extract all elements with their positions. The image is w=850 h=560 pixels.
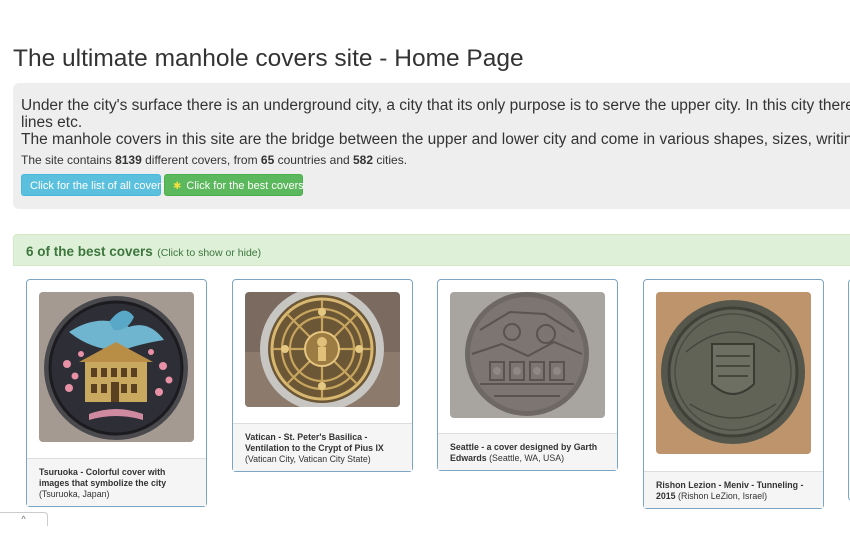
cover-caption: Tsuruoka - Colorful cover with images th… [27,458,206,506]
cover-location: (Vatican City, Vatican City State) [245,454,371,464]
cover-card-rishon-lezion[interactable]: Rishon Lezion - Meniv - Tunneling - 2015… [643,279,824,509]
panel-title: 6 of the best covers [26,244,153,259]
star-icon: ✱ [173,181,182,192]
cover-location: (Tsuruoka, Japan) [39,489,110,499]
best-covers-button[interactable]: ✱ Click for the best covers [164,174,304,196]
site-stats: The site contains 8139 different covers,… [21,153,850,167]
cover-location: (Seattle, WA, USA) [489,453,565,463]
cover-location: (Rishon LeZion, Israel) [678,491,768,501]
best-covers-panel-heading[interactable]: 6 of the best covers (Click to show or h… [13,234,850,266]
intro-text-line-2: The manhole covers in this site are the … [21,131,850,148]
cover-caption: Seattle - a cover designed by Garth Edwa… [438,433,617,470]
city-count: 582 [353,153,374,167]
cover-card-vatican[interactable]: Vatican - St. Peter's Basilica - Ventila… [232,279,413,472]
country-count: 65 [260,153,275,167]
back-to-top-tab[interactable]: ^ [0,512,48,526]
stats-text: different covers, from [141,153,261,167]
cover-title: Tsuruoka - Colorful cover with images th… [39,467,167,488]
cover-title: Vatican - St. Peter's Basilica - Ventila… [245,432,384,453]
cover-count: 8139 [115,153,142,167]
cover-caption: Vatican - St. Peter's Basilica - Ventila… [233,423,412,471]
cover-card-tsuruoka[interactable]: Tsuruoka - Colorful cover with images th… [26,279,207,507]
stats-text: cities. [373,153,408,167]
stats-text: countries and [274,153,353,167]
all-covers-button[interactable]: Click for the list of all covers [21,174,166,196]
cover-caption: Rishon Lezion - Meniv - Tunneling - 2015… [644,471,823,508]
cover-card-seattle[interactable]: Seattle - a cover designed by Garth Edwa… [437,279,618,471]
panel-toggle-hint: (Click to show or hide) [157,247,262,259]
page-title: The ultimate manhole covers site - Home … [13,45,524,72]
cover-photo[interactable] [245,292,400,407]
intro-text-wrap: lines etc. [21,114,83,131]
cover-photo[interactable] [39,292,194,442]
best-covers-label: Click for the best covers [186,180,304,192]
cover-photo[interactable] [450,292,605,418]
intro-text-line: Under the city's surface there is an und… [21,97,850,114]
stats-text: The site contains [21,153,116,167]
cover-photo[interactable] [656,292,811,454]
